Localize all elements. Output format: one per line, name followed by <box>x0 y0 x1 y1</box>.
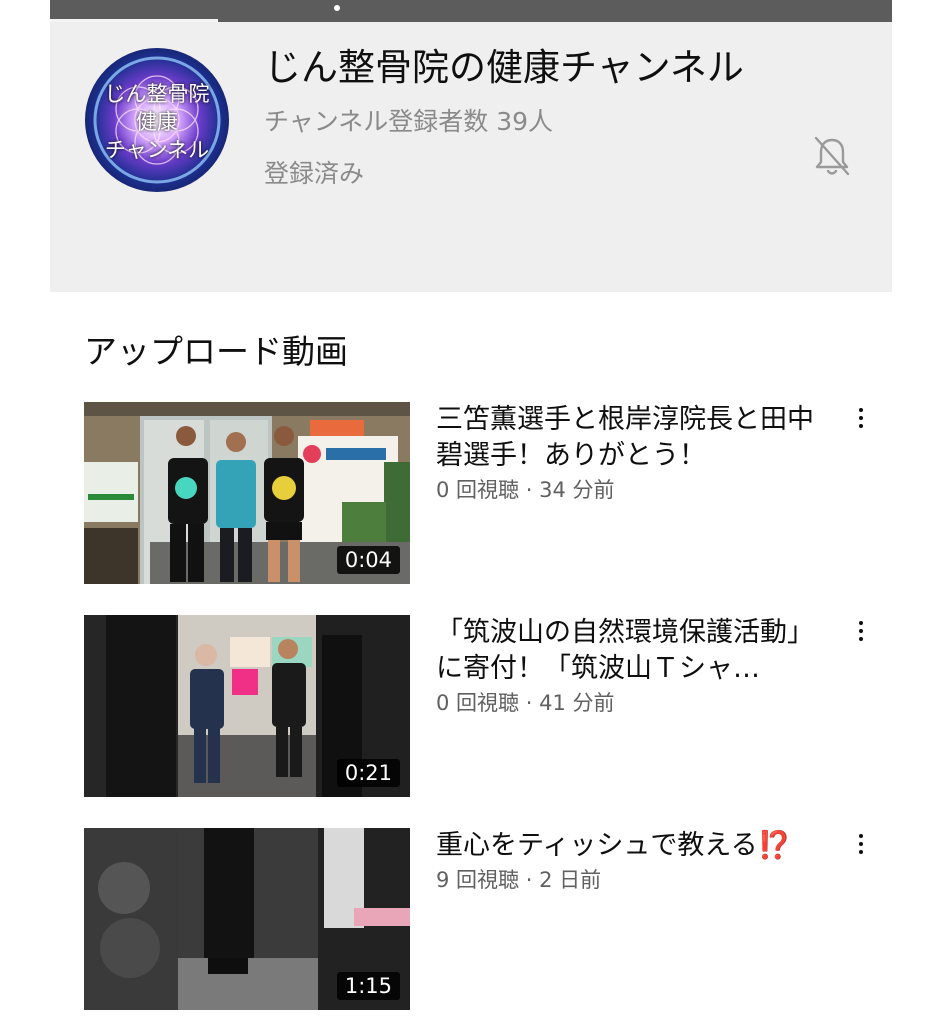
avatar-text-line: チャンネル <box>104 138 210 162</box>
more-vert-icon[interactable] <box>851 404 871 434</box>
video-thumbnail[interactable]: 0:04 <box>84 402 410 584</box>
video-title[interactable]: 重心をティッシュで教える⁉️ <box>436 828 836 864</box>
video-title[interactable]: 三笘薫選手と根岸淳院長と田中碧選手！ありがとう！ <box>436 402 836 474</box>
video-item[interactable]: 0:04 三笘薫選手と根岸淳院長と田中碧選手！ありがとう！ 0 回視聴 · 34… <box>84 402 904 584</box>
view-count: 0 回視聴 <box>436 478 520 502</box>
page-dot-indicator <box>334 5 340 11</box>
more-vert-icon[interactable] <box>851 830 871 860</box>
view-count: 9 回視聴 <box>436 868 520 892</box>
avatar-text-line: 健康 <box>136 110 178 134</box>
video-duration: 0:21 <box>336 759 400 787</box>
upload-age: 2 日前 <box>539 868 602 892</box>
video-duration: 0:04 <box>336 546 400 574</box>
video-duration: 1:15 <box>336 972 400 1000</box>
video-meta: 9 回視聴 · 2 日前 <box>436 868 602 892</box>
video-item[interactable]: 1:15 重心をティッシュで教える⁉️ 9 回視聴 · 2 日前 <box>84 828 904 1010</box>
top-tab-bar <box>50 0 892 22</box>
upload-age: 41 分前 <box>539 691 615 715</box>
video-title[interactable]: 「筑波山の自然環境保護活動」に寄付！「筑波山Ｔシャ… <box>436 615 836 687</box>
view-count: 0 回視聴 <box>436 691 520 715</box>
video-thumbnail[interactable]: 1:15 <box>84 828 410 1010</box>
section-title-uploads: アップロード動画 <box>84 332 348 371</box>
channel-title: じん整骨院の健康チャンネル <box>264 46 744 89</box>
subscribed-button[interactable]: 登録済み <box>264 154 364 190</box>
subscriber-count: チャンネル登録者数 39人 <box>264 107 554 136</box>
channel-avatar[interactable]: じん整骨院 健康 チャンネル <box>85 48 229 192</box>
upload-age: 34 分前 <box>539 478 615 502</box>
bell-off-icon[interactable] <box>812 134 852 178</box>
video-thumbnail[interactable]: 0:21 <box>84 615 410 797</box>
avatar-text-line: じん整骨院 <box>104 82 210 106</box>
video-meta: 0 回視聴 · 41 分前 <box>436 691 615 715</box>
more-vert-icon[interactable] <box>851 617 871 647</box>
video-item[interactable]: 0:21 「筑波山の自然環境保護活動」に寄付！「筑波山Ｔシャ… 0 回視聴 · … <box>84 615 904 797</box>
video-meta: 0 回視聴 · 34 分前 <box>436 478 615 502</box>
channel-header: じん整骨院 健康 チャンネル じん整骨院の健康チャンネル チャンネル登録者数 3… <box>50 22 892 292</box>
